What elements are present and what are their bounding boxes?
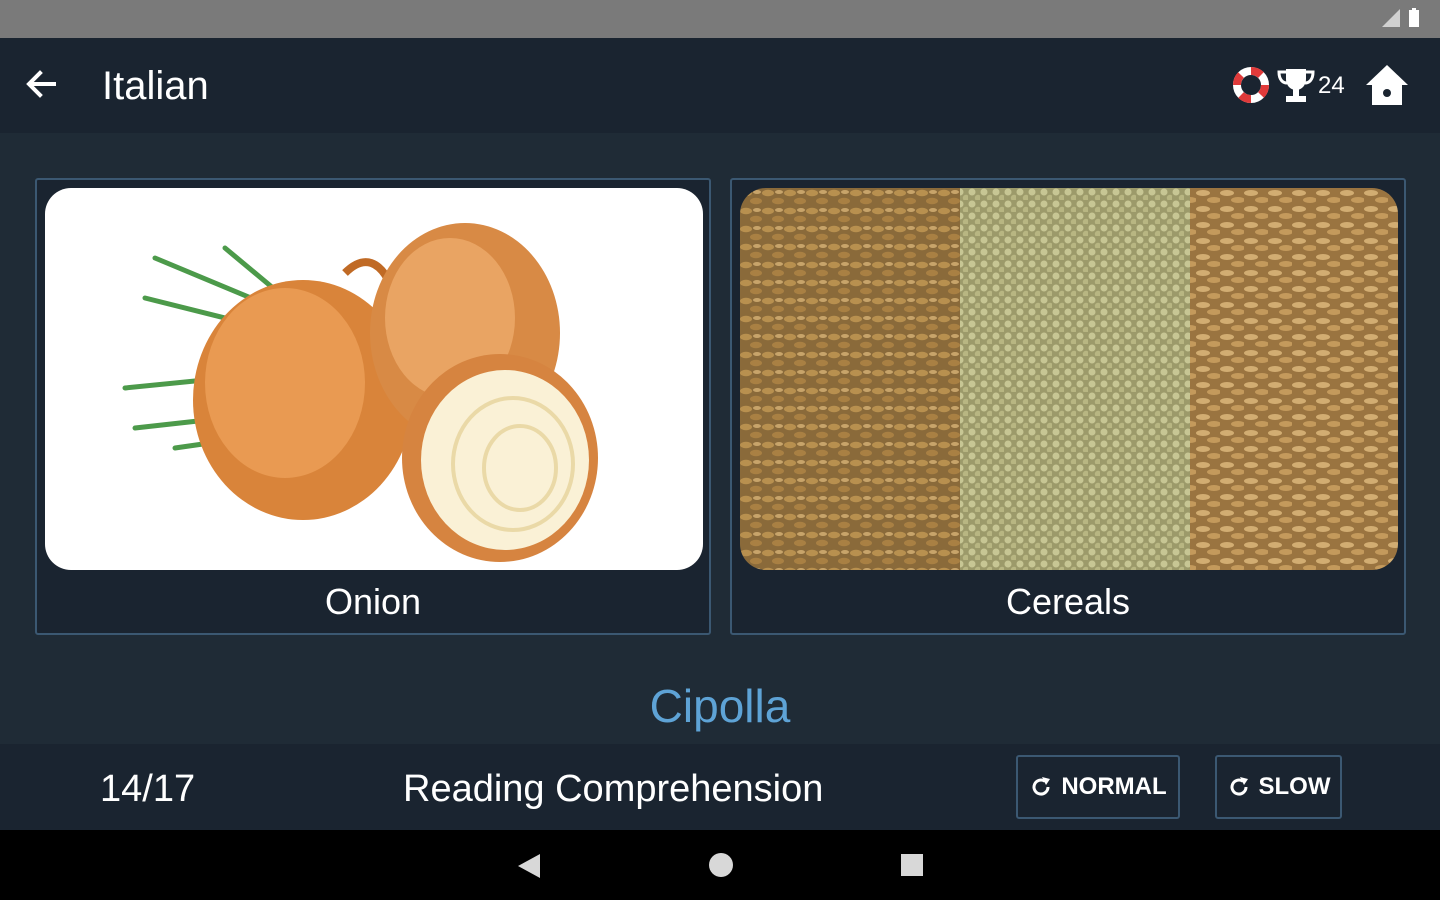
- app-bar: Italian 24: [0, 38, 1440, 133]
- play-normal-button[interactable]: NORMAL: [1016, 755, 1180, 819]
- bottom-bar: 14/17 Reading Comprehension NORMAL SLOW: [0, 744, 1440, 830]
- onion-image: [45, 188, 703, 570]
- trophy-icon: [1277, 69, 1315, 102]
- refresh-icon: [1230, 777, 1248, 796]
- status-bar: [0, 0, 1440, 38]
- play-slow-button[interactable]: SLOW: [1215, 755, 1342, 819]
- signal-icon: [1382, 9, 1400, 27]
- answer-card-cereals[interactable]: Cereals: [730, 178, 1406, 635]
- progress-counter: 14/17: [100, 768, 196, 810]
- play-slow-label: SLOW: [1258, 773, 1331, 800]
- status-icons: [1382, 8, 1420, 28]
- target-word: Cipolla: [649, 680, 791, 732]
- nav-recents-icon[interactable]: [900, 853, 924, 877]
- refresh-icon: [1032, 777, 1051, 796]
- mode-label: Reading Comprehension: [403, 768, 824, 810]
- system-nav-bar: [0, 830, 1440, 900]
- cereals-image: [740, 188, 1398, 570]
- battery-icon: [1409, 8, 1419, 27]
- back-arrow-icon[interactable]: [20, 62, 64, 106]
- nav-back-icon[interactable]: [516, 852, 542, 880]
- play-normal-label: NORMAL: [1061, 773, 1167, 800]
- score-count: 24: [1318, 72, 1345, 99]
- home-icon[interactable]: [1364, 62, 1410, 108]
- lifebuoy-icon[interactable]: [1232, 66, 1270, 104]
- answer-label-cereals: Cereals: [1005, 581, 1131, 622]
- answer-card-onion[interactable]: Onion: [35, 178, 711, 635]
- answer-label-onion: Onion: [324, 581, 422, 622]
- app-title: Italian: [102, 64, 209, 108]
- nav-home-icon[interactable]: [708, 852, 734, 878]
